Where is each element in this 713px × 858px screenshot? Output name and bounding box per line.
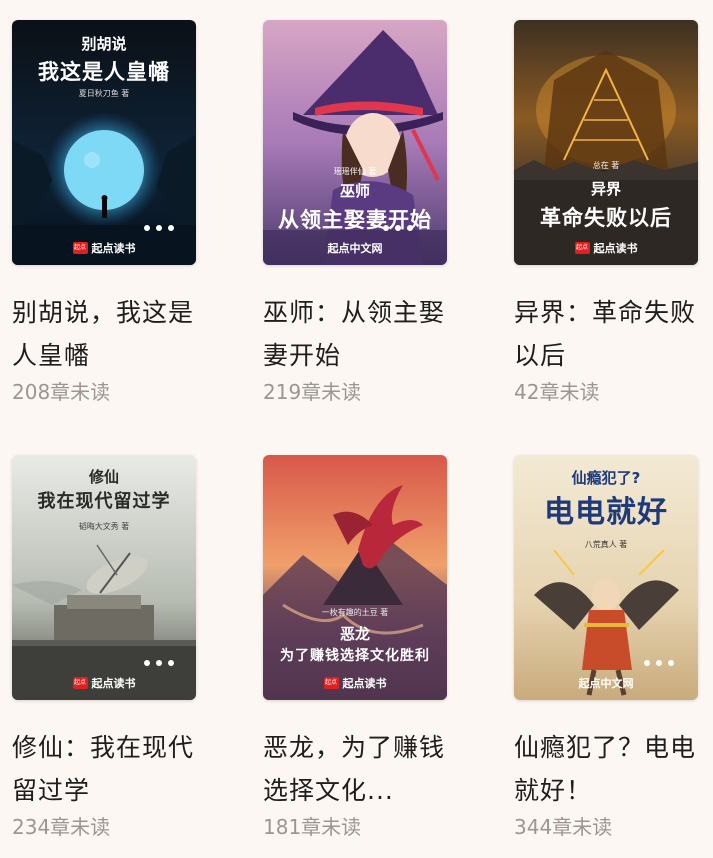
more-dots-icon[interactable] [383, 225, 413, 231]
unread-count: 208章未读 [12, 380, 111, 404]
publisher-logo-icon: 起点 [72, 677, 88, 689]
book-title[interactable]: 恶龙，为了赚钱选择文化... [263, 726, 453, 812]
cover-title: 从领主娶妻开始 [278, 208, 432, 232]
cover-title: 我在现代留过学 [37, 491, 171, 512]
book-card[interactable]: 仙瘾犯了? 电电就好 八荒真人 著 起点中文网 仙瘾犯了？电电就好！ 344章未… [514, 455, 704, 840]
cover-subtitle: 恶龙 [339, 625, 370, 643]
book-cover[interactable]: 修仙 我在现代留过学 韬晦大文秀 著 起点 起点读书 [12, 455, 196, 700]
cover-author: 韬晦大文秀 著 [78, 522, 130, 531]
book-card[interactable]: 总在 著 异界 革命失败以后 起点 起点读书 异界：革命失败以后 42章未读 [514, 20, 704, 405]
unread-count: 219章未读 [263, 380, 362, 404]
cover-title: 电电就好 [544, 495, 668, 530]
book-card[interactable]: 瑶瑶伴仙 著 巫师 从领主娶妻开始 起点中文网 巫师：从领主娶妻开始 219章未… [263, 20, 453, 405]
book-card[interactable]: 一枚有趣的土豆 著 恶龙 为了赚钱选择文化胜利 起点 起点读书 恶龙，为了赚钱选择… [263, 455, 453, 840]
book-cover[interactable]: 别胡说 我这是人皇幡 夏日秋刀鱼 著 起点 起点读书 [12, 20, 196, 265]
publisher-label: 起点中文网 [578, 677, 634, 690]
publisher-logo-icon: 起点 [574, 242, 590, 254]
book-cover[interactable]: 瑶瑶伴仙 著 巫师 从领主娶妻开始 起点中文网 [263, 20, 447, 265]
cover-author: 总在 著 [592, 161, 620, 170]
book-title[interactable]: 别胡说，我这是人皇幡 [12, 291, 202, 377]
book-title[interactable]: 异界：革命失败以后 [514, 291, 704, 377]
cover-title: 革命失败以后 [540, 206, 672, 230]
publisher-logo-icon: 起点 [72, 242, 88, 254]
cover-subtitle: 异界 [590, 180, 621, 198]
book-cover[interactable]: 一枚有趣的土豆 著 恶龙 为了赚钱选择文化胜利 起点 起点读书 [263, 455, 447, 700]
cover-subtitle: 别胡说 [81, 35, 127, 53]
book-title[interactable]: 修仙：我在现代留过学 [12, 726, 202, 812]
book-cover[interactable]: 仙瘾犯了? 电电就好 八荒真人 著 起点中文网 [514, 455, 698, 700]
cover-title: 为了赚钱选择文化胜利 [280, 648, 430, 664]
cover-author: 瑶瑶伴仙 著 [333, 167, 377, 176]
publisher-label: 起点 起点读书 [574, 242, 638, 255]
more-dots-icon[interactable] [644, 660, 674, 666]
unread-count: 42章未读 [514, 380, 600, 404]
unread-count: 234章未读 [12, 815, 111, 839]
cover-author: 一枚有趣的土豆 著 [321, 608, 389, 617]
book-card[interactable]: 修仙 我在现代留过学 韬晦大文秀 著 起点 起点读书 修仙：我在现代留过学 234… [12, 455, 202, 840]
book-cover[interactable]: 总在 著 异界 革命失败以后 起点 起点读书 [514, 20, 698, 265]
book-title[interactable]: 仙瘾犯了？电电就好！ [514, 726, 704, 812]
unread-count: 181章未读 [263, 815, 362, 839]
more-dots-icon[interactable] [144, 660, 174, 666]
cover-subtitle: 修仙 [88, 468, 119, 486]
publisher-label: 起点 起点读书 [72, 677, 136, 690]
bookshelf-grid: 别胡说 我这是人皇幡 夏日秋刀鱼 著 起点 起点读书 别胡说，我这是人皇幡 208… [0, 0, 713, 858]
cover-author: 八荒真人 著 [584, 540, 628, 549]
unread-count: 344章未读 [514, 815, 613, 839]
publisher-logo-icon: 起点 [323, 677, 339, 689]
cover-title: 我这是人皇幡 [38, 60, 170, 84]
cover-subtitle: 巫师 [339, 182, 370, 200]
publisher-label: 起点 起点读书 [72, 242, 136, 255]
more-dots-icon[interactable] [144, 225, 174, 231]
book-card[interactable]: 别胡说 我这是人皇幡 夏日秋刀鱼 著 起点 起点读书 别胡说，我这是人皇幡 208… [12, 20, 202, 405]
publisher-label: 起点 起点读书 [323, 677, 387, 690]
book-title[interactable]: 巫师：从领主娶妻开始 [263, 291, 453, 377]
publisher-label: 起点中文网 [327, 242, 383, 255]
cover-author: 夏日秋刀鱼 著 [78, 89, 130, 98]
cover-subtitle: 仙瘾犯了? [571, 469, 641, 487]
